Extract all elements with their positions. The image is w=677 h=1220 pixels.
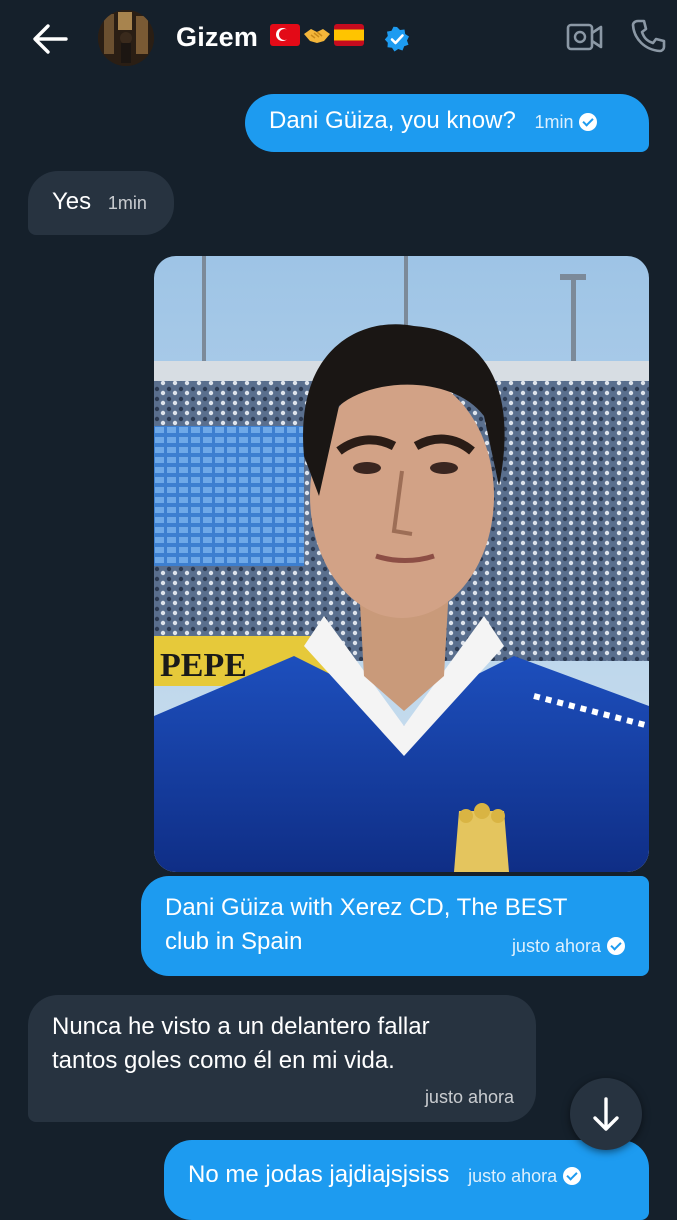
- svg-text:PEPE: PEPE: [160, 647, 247, 684]
- message-time: 1min: [107, 193, 147, 213]
- message-time: 1min: [534, 112, 574, 132]
- back-button[interactable]: [30, 22, 70, 56]
- message-text: No me jodas jajdiajsjsiss: [188, 1161, 450, 1188]
- player-photo: PEPE: [154, 256, 649, 872]
- contact-name[interactable]: Gizem: [176, 22, 258, 53]
- message-time: justo ahora: [511, 936, 601, 956]
- message-bubble-sent[interactable]: Dani Güiza, you know? 1min: [245, 94, 649, 152]
- voice-call-button[interactable]: [630, 18, 666, 54]
- message-text: Dani Güiza, you know?: [269, 107, 516, 134]
- avatar-image: [98, 10, 154, 66]
- message-text-line1: Dani Güiza with Xerez CD, The BEST: [165, 894, 568, 921]
- message-time: justo ahora: [468, 1166, 558, 1186]
- read-receipt-icon: [579, 113, 598, 131]
- message-bubble-received[interactable]: Yes 1min: [28, 171, 174, 235]
- spain-flag-icon: [334, 24, 364, 46]
- read-receipt-icon: [563, 1167, 582, 1185]
- message-text-line1: Nunca he visto a un delantero fallar: [52, 1013, 430, 1040]
- read-receipt-icon: [607, 937, 625, 955]
- message-text-line2: club in Spain: [165, 928, 303, 955]
- message-time: justo ahora: [424, 1087, 514, 1107]
- arrow-down-icon: [593, 1097, 619, 1131]
- chat-header: Gizem: [0, 0, 677, 80]
- arrow-left-icon: [33, 24, 68, 54]
- message-image[interactable]: PEPE: [154, 256, 649, 872]
- name-emojis: [270, 24, 364, 46]
- message-text: Yes: [52, 188, 92, 215]
- turkey-flag-icon: [270, 24, 300, 46]
- handshake-icon: [302, 24, 332, 46]
- message-bubble-received[interactable]: Nunca he visto a un delantero fallar tan…: [28, 995, 536, 1122]
- message-bubble-sent[interactable]: Dani Güiza with Xerez CD, The BEST club …: [141, 876, 649, 976]
- video-call-button[interactable]: [566, 22, 604, 52]
- phone-icon: [631, 19, 666, 53]
- message-text-line2: tantos goles como él en mi vida.: [52, 1047, 395, 1074]
- scroll-to-bottom-button[interactable]: [570, 1078, 642, 1150]
- avatar[interactable]: [98, 10, 154, 66]
- message-bubble-sent[interactable]: No me jodas jajdiajsjsiss justo ahora: [164, 1140, 649, 1220]
- verified-badge-icon: [384, 26, 410, 52]
- video-camera-icon: [566, 23, 603, 51]
